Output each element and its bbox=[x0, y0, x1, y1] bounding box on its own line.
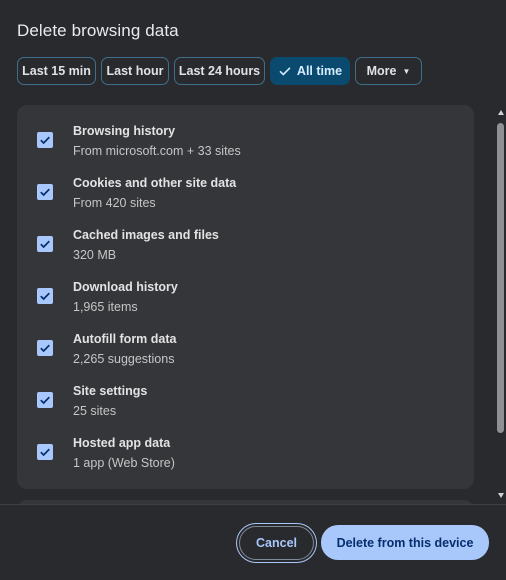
chip-more-dropdown[interactable]: More ▼ bbox=[355, 57, 422, 85]
check-icon bbox=[40, 292, 50, 301]
chip-label: Last hour bbox=[106, 64, 164, 78]
delete-from-device-button[interactable]: Delete from this device bbox=[321, 525, 489, 560]
scrollbar[interactable] bbox=[495, 108, 506, 500]
checkbox[interactable] bbox=[37, 184, 53, 200]
item-label: Cached images and files bbox=[73, 228, 219, 242]
chip-last-15-min[interactable]: Last 15 min bbox=[17, 57, 96, 85]
cancel-button[interactable]: Cancel bbox=[239, 526, 314, 560]
checkbox-item-hosted-app-data[interactable]: Hosted app data 1 app (Web Store) bbox=[17, 417, 474, 470]
checkbox-item-browsing-history[interactable]: Browsing history From microsoft.com + 33… bbox=[17, 105, 474, 158]
chevron-down-icon: ▼ bbox=[402, 66, 411, 76]
check-icon bbox=[40, 344, 50, 353]
scrollbar-thumb[interactable] bbox=[497, 123, 504, 433]
data-types-list: Browsing history From microsoft.com + 33… bbox=[17, 105, 474, 489]
check-icon bbox=[40, 188, 50, 197]
chip-label: All time bbox=[296, 64, 343, 78]
item-detail: 1 app (Web Store) bbox=[73, 456, 175, 470]
scroll-up-arrow-icon[interactable] bbox=[498, 110, 504, 115]
checkbox-item-download-history[interactable]: Download history 1,965 items bbox=[17, 261, 474, 314]
delete-browsing-data-dialog: Delete browsing data Last 15 min Last ho… bbox=[0, 0, 506, 580]
checkbox[interactable] bbox=[37, 288, 53, 304]
scroll-down-arrow-icon[interactable] bbox=[498, 493, 504, 498]
item-label: Site settings bbox=[73, 384, 148, 398]
item-detail: 2,265 suggestions bbox=[73, 352, 175, 366]
checkbox[interactable] bbox=[37, 340, 53, 356]
item-label: Cookies and other site data bbox=[73, 176, 237, 190]
chip-last-hour[interactable]: Last hour bbox=[101, 57, 169, 85]
checkbox-item-cookies[interactable]: Cookies and other site data From 420 sit… bbox=[17, 157, 474, 210]
chip-all-time[interactable]: All time bbox=[270, 57, 350, 85]
checkbox[interactable] bbox=[37, 132, 53, 148]
checkbox-item-site-settings[interactable]: Site settings 25 sites bbox=[17, 365, 474, 418]
checkbox-item-cached-images[interactable]: Cached images and files 320 MB bbox=[17, 209, 474, 262]
item-label: Hosted app data bbox=[73, 436, 171, 450]
item-label: Autofill form data bbox=[73, 332, 177, 346]
chip-label: Last 24 hours bbox=[178, 64, 261, 78]
check-icon bbox=[40, 136, 50, 145]
checkbox[interactable] bbox=[37, 236, 53, 252]
check-icon bbox=[40, 448, 50, 457]
time-range-chips: Last 15 min Last hour Last 24 hours All … bbox=[17, 57, 427, 85]
checkbox-item-autofill[interactable]: Autofill form data 2,265 suggestions bbox=[17, 313, 474, 366]
check-icon bbox=[279, 67, 291, 76]
item-label: Browsing history bbox=[73, 124, 176, 138]
chip-label: Last 15 min bbox=[22, 64, 91, 78]
checkbox[interactable] bbox=[37, 392, 53, 408]
item-detail: From microsoft.com + 33 sites bbox=[73, 144, 241, 158]
dialog-title: Delete browsing data bbox=[17, 21, 179, 40]
chip-last-24-hours[interactable]: Last 24 hours bbox=[174, 57, 265, 85]
item-detail: 25 sites bbox=[73, 404, 117, 418]
item-detail: From 420 sites bbox=[73, 196, 156, 210]
item-label: Download history bbox=[73, 280, 178, 294]
check-icon bbox=[40, 240, 50, 249]
item-detail: 320 MB bbox=[73, 248, 117, 262]
checkbox[interactable] bbox=[37, 444, 53, 460]
item-detail: 1,965 items bbox=[73, 300, 138, 314]
check-icon bbox=[40, 396, 50, 405]
chip-label: More bbox=[366, 64, 397, 78]
